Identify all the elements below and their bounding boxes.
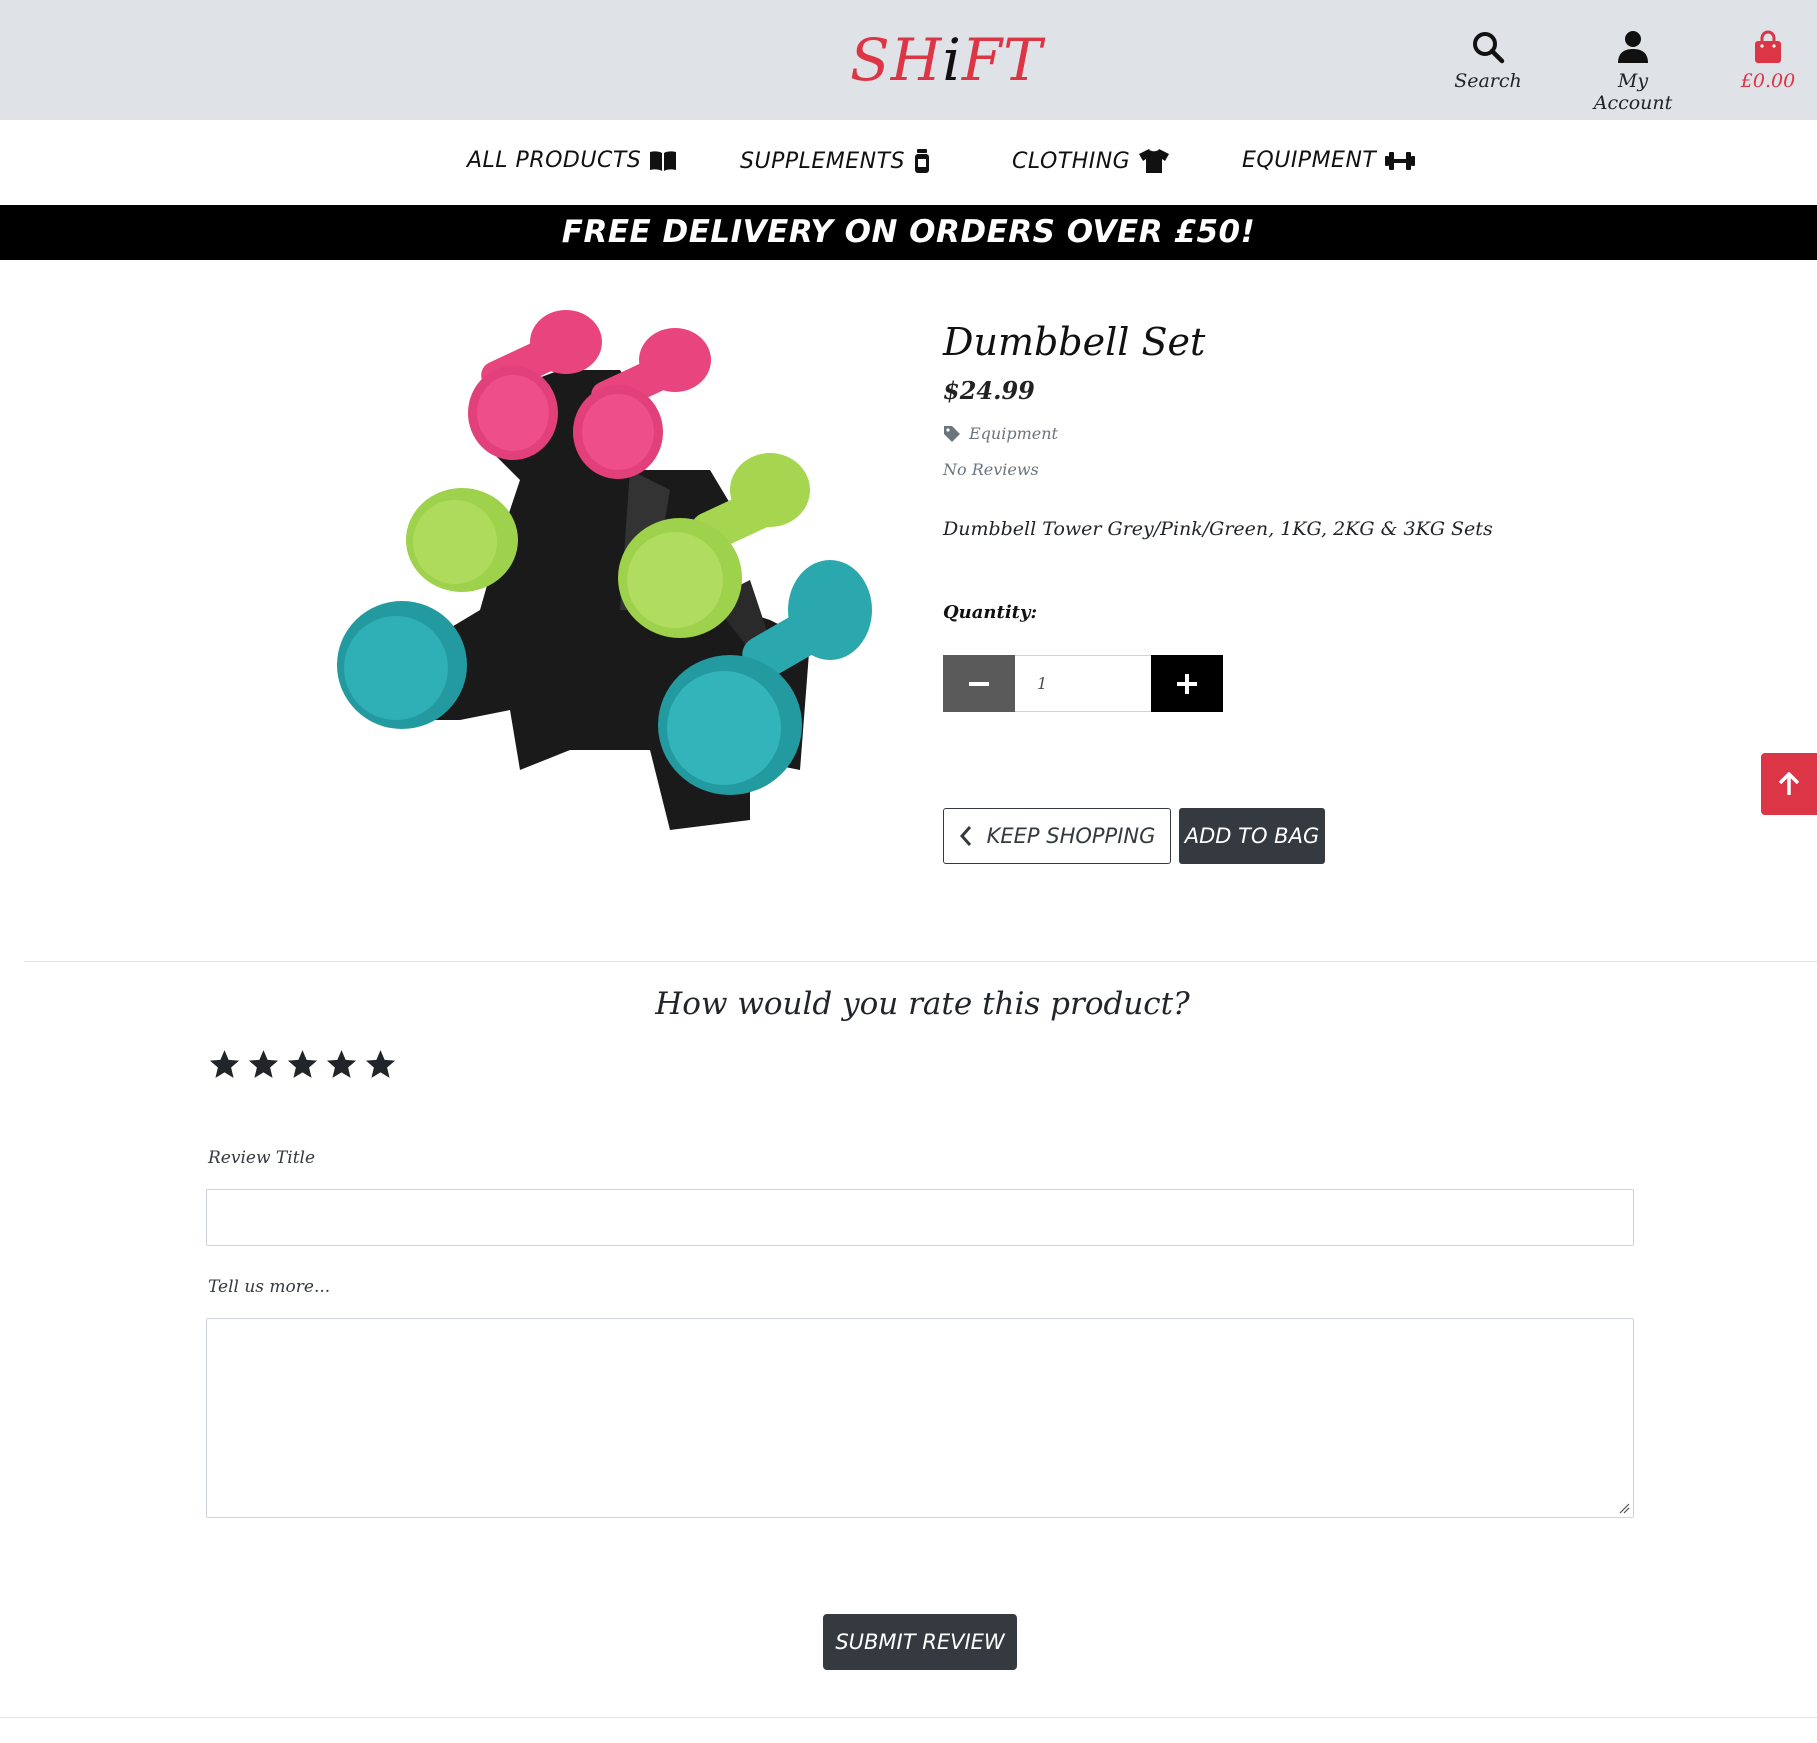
- main-nav: ALL PRODUCTS SUPPLEMENTS CLOTHING EQUIPM…: [0, 120, 1817, 205]
- product-image: [337, 310, 872, 830]
- shopping-bag-icon: [1755, 30, 1781, 63]
- nav-supplements[interactable]: SUPPLEMENTS: [740, 148, 931, 174]
- product-title: Dumbbell Set: [943, 320, 1206, 364]
- add-to-bag-button[interactable]: ADD TO BAG: [1179, 808, 1325, 864]
- review-body-label: Tell us more...: [208, 1277, 331, 1297]
- keep-shopping-button[interactable]: KEEP SHOPPING: [943, 808, 1171, 864]
- product-price: $24.99: [943, 376, 1035, 405]
- product-reviews-count: No Reviews: [943, 460, 1039, 479]
- submit-review-button[interactable]: SUBMIT REVIEW: [823, 1614, 1017, 1670]
- divider: [0, 1717, 1817, 1718]
- search-button[interactable]: Search: [1452, 30, 1524, 92]
- search-label: Search: [1454, 70, 1522, 92]
- star-icon[interactable]: [286, 1048, 319, 1081]
- keep-shopping-label: KEEP SHOPPING: [986, 824, 1156, 848]
- star-icon[interactable]: [208, 1048, 241, 1081]
- tshirt-icon: [1139, 149, 1170, 173]
- review-body-textarea[interactable]: [206, 1318, 1634, 1518]
- book-open-icon: [650, 150, 677, 171]
- product-category-link[interactable]: Equipment: [943, 424, 1058, 443]
- review-heading: How would you rate this product?: [655, 986, 1190, 1022]
- nav-label: SUPPLEMENTS: [740, 148, 905, 174]
- back-to-top-button[interactable]: [1761, 753, 1817, 815]
- star-icon[interactable]: [247, 1048, 280, 1081]
- star-rating: [208, 1048, 397, 1081]
- nav-equipment[interactable]: EQUIPMENT: [1242, 148, 1416, 173]
- decrement-button[interactable]: [943, 655, 1015, 712]
- nav-clothing[interactable]: CLOTHING: [1012, 148, 1170, 174]
- chevron-left-icon: [959, 826, 971, 846]
- top-header: SHiFT Search My Account £0.00: [0, 0, 1817, 120]
- my-account-button[interactable]: My Account: [1578, 30, 1688, 114]
- delivery-banner: FREE DELIVERY ON ORDERS OVER £50!: [0, 205, 1817, 260]
- review-title-input[interactable]: [206, 1189, 1634, 1246]
- quantity-stepper: 1: [943, 655, 1223, 712]
- resize-handle-icon[interactable]: [1618, 1502, 1630, 1514]
- tag-icon: [944, 425, 960, 442]
- dumbbell-icon: [1385, 151, 1416, 170]
- minus-icon: [969, 681, 989, 686]
- nav-label: ALL PRODUCTS: [467, 148, 642, 173]
- review-title-label: Review Title: [208, 1148, 316, 1168]
- my-account-label: My Account: [1593, 70, 1673, 114]
- site-logo[interactable]: SHiFT: [850, 26, 1042, 94]
- nav-all-products[interactable]: ALL PRODUCTS: [467, 148, 677, 173]
- product-description: Dumbbell Tower Grey/Pink/Green, 1KG, 2KG…: [943, 518, 1493, 540]
- arrow-up-icon: [1778, 772, 1800, 795]
- nav-label: CLOTHING: [1012, 148, 1131, 174]
- divider: [24, 961, 1817, 962]
- increment-button[interactable]: [1151, 655, 1223, 712]
- jar-icon: [915, 149, 929, 173]
- nav-label: EQUIPMENT: [1242, 148, 1377, 173]
- shopping-bag-button[interactable]: £0.00: [1736, 30, 1800, 92]
- product-category: Equipment: [969, 424, 1058, 443]
- search-icon: [1473, 32, 1505, 64]
- quantity-input[interactable]: 1: [1015, 655, 1151, 712]
- star-icon[interactable]: [325, 1048, 358, 1081]
- star-icon[interactable]: [364, 1048, 397, 1081]
- quantity-label: Quantity:: [943, 602, 1038, 623]
- user-icon: [1618, 31, 1648, 63]
- plus-icon: [1177, 673, 1197, 694]
- bag-total: £0.00: [1740, 70, 1796, 92]
